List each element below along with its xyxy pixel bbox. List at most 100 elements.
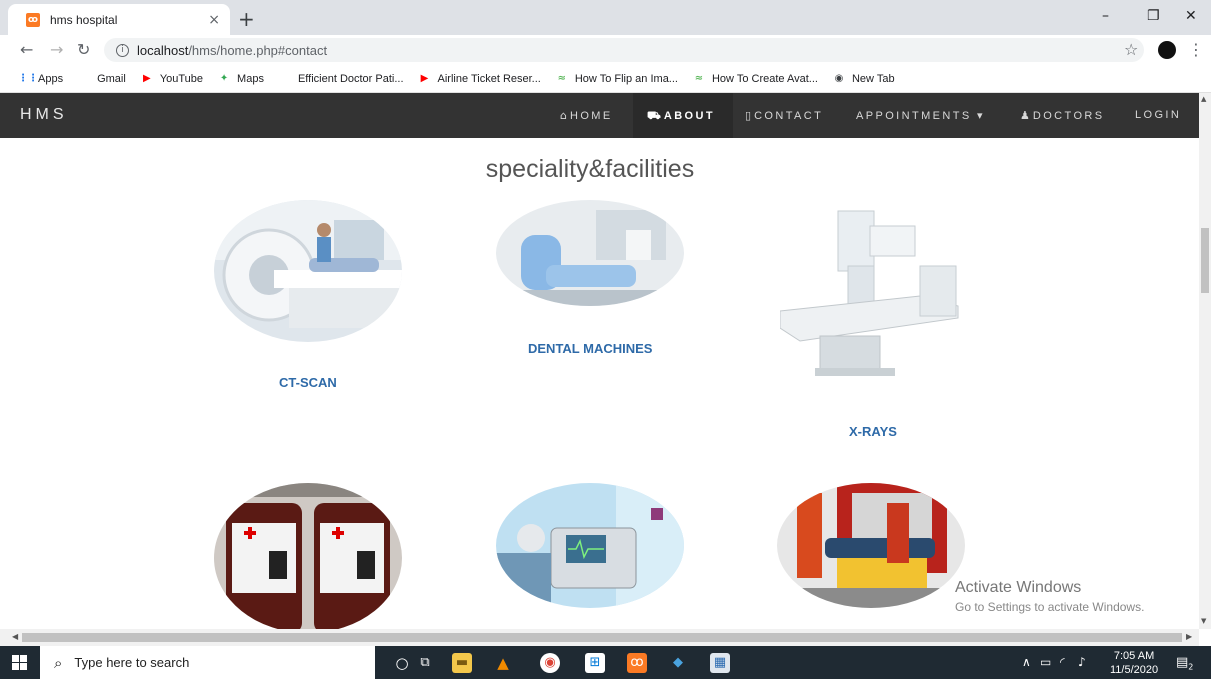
chrome-icon[interactable]: ◉ — [540, 653, 560, 673]
network-icon[interactable]: ▭ — [1040, 655, 1051, 669]
apps-grid-icon: ⋮⋮ — [18, 72, 38, 84]
bookmark-item[interactable]: ✦ Maps — [217, 72, 264, 86]
taskbar-search-box[interactable]: ⌕ Type here to search — [40, 646, 375, 679]
maximize-button[interactable]: ❐ — [1147, 8, 1160, 24]
scroll-down-arrow-icon[interactable]: ▼ — [1201, 617, 1206, 625]
app-icon[interactable]: ▦ — [710, 653, 730, 673]
tab-title: hms hospital — [50, 12, 118, 27]
sketch-icon: 𝓋 — [282, 72, 288, 84]
vertical-scrollbar[interactable]: ▲ ▼ — [1199, 93, 1211, 629]
windows-start-icon[interactable] — [12, 655, 27, 670]
new-tab-button[interactable]: + — [238, 7, 255, 31]
gmail-icon: M — [79, 72, 90, 84]
wifi-icon[interactable]: ◜ — [1060, 655, 1065, 669]
browser-menu-icon[interactable]: ⋮ — [1188, 40, 1204, 59]
home-icon: ⌂ — [560, 109, 567, 122]
reload-icon[interactable]: ↻ — [77, 40, 90, 59]
xampp-icon[interactable]: ꝏ — [627, 653, 647, 673]
youtube-icon: ▶ — [142, 72, 151, 84]
close-window-button[interactable]: ✕ — [1185, 8, 1197, 24]
horizontal-scroll-thumb[interactable] — [22, 633, 1182, 642]
scroll-left-arrow-icon[interactable]: ◀ — [12, 632, 18, 641]
nav-contact-label: CONTACT — [754, 110, 824, 122]
forward-arrow-icon[interactable]: → — [50, 40, 63, 59]
bookmark-label: New Tab — [851, 72, 895, 85]
tray-chevron-icon[interactable]: ∧ — [1022, 655, 1031, 669]
search-icon: ⌕ — [54, 653, 63, 672]
bookmark-item[interactable]: ≈ How To Flip an Ima... — [555, 72, 678, 86]
bookmark-item[interactable]: 𝓋 Efficient Doctor Pati... — [278, 72, 403, 86]
notification-center-icon[interactable]: ▤2 — [1176, 655, 1193, 672]
bookmark-item[interactable]: M Gmail — [77, 72, 126, 86]
ct-scan-label[interactable]: CT-SCAN — [279, 375, 337, 390]
taskbar-clock[interactable]: 7:05 AM 11/5/2020 — [1110, 649, 1158, 677]
globe-icon: ◉ — [834, 72, 844, 84]
store-icon[interactable]: ⊞ — [585, 653, 605, 673]
bookmarks-bar: ⋮⋮ Apps M Gmail ▶ YouTube ✦ Maps 𝓋 Efficient Doct… — [0, 65, 1211, 93]
x-ray-machine-image — [779, 206, 960, 381]
file-explorer-icon[interactable]: ▬ — [452, 653, 472, 673]
scroll-up-arrow-icon[interactable]: ▲ — [1201, 95, 1206, 103]
nav-contact[interactable]: ▯ CONTACT — [745, 109, 823, 122]
bookmark-item[interactable]: ▶ Airline Ticket Reser... — [418, 72, 541, 86]
vertical-scroll-thumb[interactable] — [1201, 228, 1209, 293]
search-placeholder: Type here to search — [74, 655, 190, 670]
cortana-icon[interactable]: ○ — [392, 653, 412, 673]
browser-tab-strip: ꝏ hms hospital × + – ❐ ✕ — [0, 0, 1211, 35]
site-info-icon[interactable]: i — [116, 43, 129, 57]
notification-count: 2 — [1188, 662, 1194, 672]
ct-scan-image — [214, 200, 402, 342]
bookmark-item[interactable]: ▶ YouTube — [140, 72, 203, 86]
bookmark-item[interactable]: ⋮⋮ Apps — [18, 72, 63, 86]
bookmark-label: How To Create Avat... — [711, 72, 818, 85]
bookmark-item[interactable]: ◉ New Tab — [832, 72, 895, 86]
x-rays-label[interactable]: X-RAYS — [849, 424, 897, 439]
hms-website: HMS ⌂ HOME ⛟ ABOUT ▯ CONTACT APPOINTMENTS ▾… — [0, 93, 1199, 629]
xampp-favicon-icon: ꝏ — [26, 12, 40, 27]
activate-windows-subtitle: Go to Settings to activate Windows. — [955, 600, 1145, 614]
virtualbox-icon[interactable]: ◆ — [668, 653, 688, 673]
profile-avatar[interactable] — [1158, 41, 1176, 59]
nav-appointments-dropdown[interactable]: APPOINTMENTS ▾ — [856, 109, 985, 122]
bookmark-label: Apps — [38, 72, 64, 85]
browser-toolbar: ← → ↻ i localhost/hms/home.php#contact ☆… — [0, 35, 1211, 65]
site-icon: ≈ — [557, 72, 567, 84]
volume-icon[interactable]: ♪ — [1078, 655, 1086, 669]
dental-machines-label[interactable]: DENTAL MACHINES — [528, 341, 652, 356]
site-navbar: HMS ⌂ HOME ⛟ ABOUT ▯ CONTACT APPOINTMENTS ▾… — [0, 93, 1199, 138]
nav-appointments-label: APPOINTMENTS ▾ — [856, 110, 985, 122]
address-bar[interactable]: i localhost/hms/home.php#contact — [104, 38, 1144, 62]
cart-icon: ⛟ — [647, 109, 661, 122]
bookmark-star-icon[interactable]: ☆ — [1124, 40, 1138, 59]
clock-time: 7:05 AM — [1113, 650, 1155, 662]
youtube-icon: ▶ — [420, 72, 429, 84]
site-icon: ≈ — [694, 72, 704, 84]
nav-login[interactable]: LOGIN — [1135, 109, 1181, 121]
nav-login-label: LOGIN — [1135, 109, 1182, 121]
bookmark-label: Gmail — [97, 72, 126, 85]
blood-bank-image — [214, 483, 402, 629]
nav-home[interactable]: ⌂ HOME — [560, 109, 613, 122]
tab-close-icon[interactable]: × — [208, 12, 220, 28]
nav-home-label: HOME — [569, 110, 613, 122]
bookmark-label: How To Flip an Ima... — [574, 72, 678, 85]
task-view-icon[interactable]: ⧉ — [415, 653, 435, 673]
user-icon: ♟ — [1020, 109, 1030, 122]
scroll-right-arrow-icon[interactable]: ▶ — [1186, 632, 1192, 641]
nav-about[interactable]: ⛟ ABOUT — [647, 109, 715, 124]
vlc-icon[interactable]: ▲ — [493, 653, 513, 673]
ambulance-image — [777, 483, 965, 608]
url-path: /hms/home.php#contact — [188, 42, 328, 58]
url-host: localhost — [137, 42, 189, 58]
back-arrow-icon[interactable]: ← — [20, 40, 33, 59]
nav-doctors[interactable]: ♟ DOCTORS — [1020, 109, 1104, 122]
browser-tab[interactable]: ꝏ hms hospital × — [8, 4, 230, 35]
phone-icon: ▯ — [745, 109, 752, 122]
site-brand[interactable]: HMS — [20, 106, 68, 124]
horizontal-scrollbar[interactable]: ◀ ▶ — [0, 629, 1199, 646]
bookmark-item[interactable]: ≈ How To Create Avat... — [692, 72, 818, 86]
minimize-button[interactable]: – — [1102, 8, 1109, 24]
windows-taskbar: ⌕ Type here to search ○ ⧉ ▬ ▲ ◉ ⊞ ꝏ ◆ ▦ … — [0, 646, 1211, 679]
defibrillator-image — [496, 483, 684, 608]
bookmark-label: YouTube — [159, 72, 204, 85]
